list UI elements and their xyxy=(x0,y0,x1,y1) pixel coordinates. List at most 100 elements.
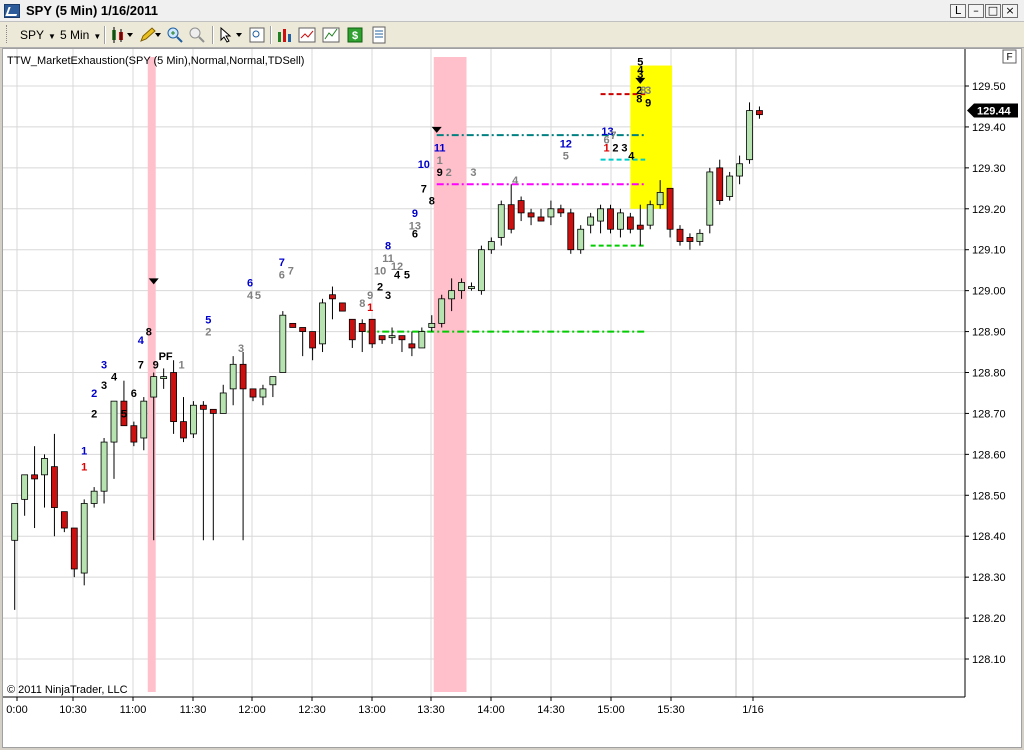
count-label: 11 xyxy=(434,142,446,154)
candle-body xyxy=(428,322,436,328)
candle-body xyxy=(706,171,714,226)
y-tick-label: 129.40 xyxy=(972,122,1006,134)
x-tick-label: 0:00 xyxy=(6,704,27,716)
candle-body xyxy=(160,376,168,379)
candle-body xyxy=(746,110,753,161)
count-label: 8 xyxy=(429,196,435,208)
zoom-in-icon[interactable] xyxy=(166,26,184,44)
candle-body xyxy=(209,408,217,414)
candle-body xyxy=(636,224,644,230)
restore-button[interactable]: L xyxy=(950,4,966,18)
candle-body xyxy=(607,208,614,230)
candle-body xyxy=(229,363,237,390)
count-label: 3 xyxy=(637,69,643,81)
candle-body xyxy=(517,200,525,214)
corner-button-label: F xyxy=(1006,52,1012,63)
x-tick-label: 15:30 xyxy=(657,704,685,716)
count-label: 9 xyxy=(367,290,373,302)
candle-body xyxy=(468,286,475,289)
cursor-icon[interactable] xyxy=(218,26,244,44)
candle-body xyxy=(557,208,565,214)
count-label: 5 xyxy=(563,151,569,163)
y-tick-label: 129.00 xyxy=(972,286,1006,298)
candle-body xyxy=(190,404,197,435)
candle-body xyxy=(368,318,376,345)
candle-body xyxy=(567,212,575,251)
count-label: 6 xyxy=(247,278,253,290)
candle xyxy=(478,245,485,295)
interval-dropdown[interactable]: 5 Min ▼ xyxy=(60,26,101,44)
count-label: 1 xyxy=(81,462,87,474)
count-label: 9 xyxy=(437,167,443,179)
candle-body xyxy=(587,216,595,226)
candle-body xyxy=(686,237,694,242)
count-label: 7 xyxy=(610,130,616,142)
y-tick-label: 129.50 xyxy=(972,81,1006,93)
candle-body xyxy=(319,302,326,345)
pencil-icon[interactable] xyxy=(138,26,162,44)
count-label: 6 xyxy=(412,228,418,240)
candle-body xyxy=(716,167,724,201)
y-tick-label: 128.70 xyxy=(972,408,1006,420)
x-tick-label: 15:00 xyxy=(597,704,625,716)
bar-chart-icon[interactable] xyxy=(276,26,294,44)
x-tick-label: 1/16 xyxy=(742,704,763,716)
count-label: 7 xyxy=(279,257,285,269)
instrument-dropdown[interactable]: SPY ▼ xyxy=(20,26,56,44)
window-title: SPY (5 Min) 1/16/2011 xyxy=(26,3,158,18)
candle-body xyxy=(140,400,148,439)
candle-body xyxy=(597,208,604,222)
maximize-button[interactable]: □ xyxy=(985,4,1001,18)
candle xyxy=(289,322,297,328)
count-label: 1 xyxy=(178,359,184,371)
x-tick-label: 14:30 xyxy=(537,704,565,716)
candle xyxy=(607,204,614,234)
dollar-icon[interactable]: $ xyxy=(346,26,364,44)
count-label: 5 xyxy=(205,314,211,326)
candle-body xyxy=(478,249,485,292)
count-label: PF xyxy=(159,351,173,363)
count-label: 2 xyxy=(205,327,211,339)
indicators-icon[interactable] xyxy=(298,26,316,44)
chart-panel[interactable]: 129.50 129.40 129.30 129.20 129.10 129.00 128.… xyxy=(2,48,1022,748)
y-tick-label: 128.80 xyxy=(972,368,1006,380)
candle-body xyxy=(31,474,38,480)
count-label: 2 xyxy=(91,388,97,400)
candle xyxy=(368,318,376,348)
count-label: 4 xyxy=(628,151,635,163)
candle-body xyxy=(309,331,317,349)
candle-body xyxy=(219,392,227,414)
chart-app-icon xyxy=(4,4,20,18)
price-chart[interactable]: 129.50 129.40 129.30 129.20 129.10 129.00 128.… xyxy=(3,49,1021,747)
candle-body xyxy=(259,388,267,398)
indicator-label: TTW_MarketExhaustion(SPY (5 Min),Normal,… xyxy=(7,55,304,67)
instrument-label: SPY xyxy=(20,28,45,42)
candle xyxy=(706,167,714,234)
data-box-icon[interactable] xyxy=(248,26,266,44)
candle-body xyxy=(70,527,78,570)
candle-body xyxy=(646,204,654,226)
minimize-button[interactable]: – xyxy=(968,4,984,18)
title-bar: SPY (5 Min) 1/16/2011 L – □ × xyxy=(0,0,1024,22)
candle-body xyxy=(279,314,287,373)
x-tick-label: 12:30 xyxy=(298,704,326,716)
strategies-icon[interactable] xyxy=(322,26,340,44)
candle-body xyxy=(756,110,763,116)
zoom-out-icon[interactable] xyxy=(188,26,206,44)
count-label: 5 xyxy=(121,409,127,421)
candle-body xyxy=(537,216,545,222)
close-button[interactable]: × xyxy=(1002,4,1018,18)
candlestick-style-icon[interactable] xyxy=(110,26,134,44)
candle-body xyxy=(418,331,426,349)
y-tick-label: 128.30 xyxy=(972,572,1006,584)
candle-body xyxy=(199,404,207,410)
properties-icon[interactable] xyxy=(370,26,388,44)
candle-body xyxy=(547,208,555,218)
count-label: 6 xyxy=(131,388,137,400)
count-label: 7 xyxy=(288,265,294,277)
count-label: 4 xyxy=(138,335,145,347)
candle-body xyxy=(269,376,277,386)
count-label: 4 xyxy=(512,175,519,187)
copyright-label: © 2011 NinjaTrader, LLC xyxy=(7,684,128,696)
chart-toolbar: SPY ▼ 5 Min ▼ $ xyxy=(0,22,1024,48)
